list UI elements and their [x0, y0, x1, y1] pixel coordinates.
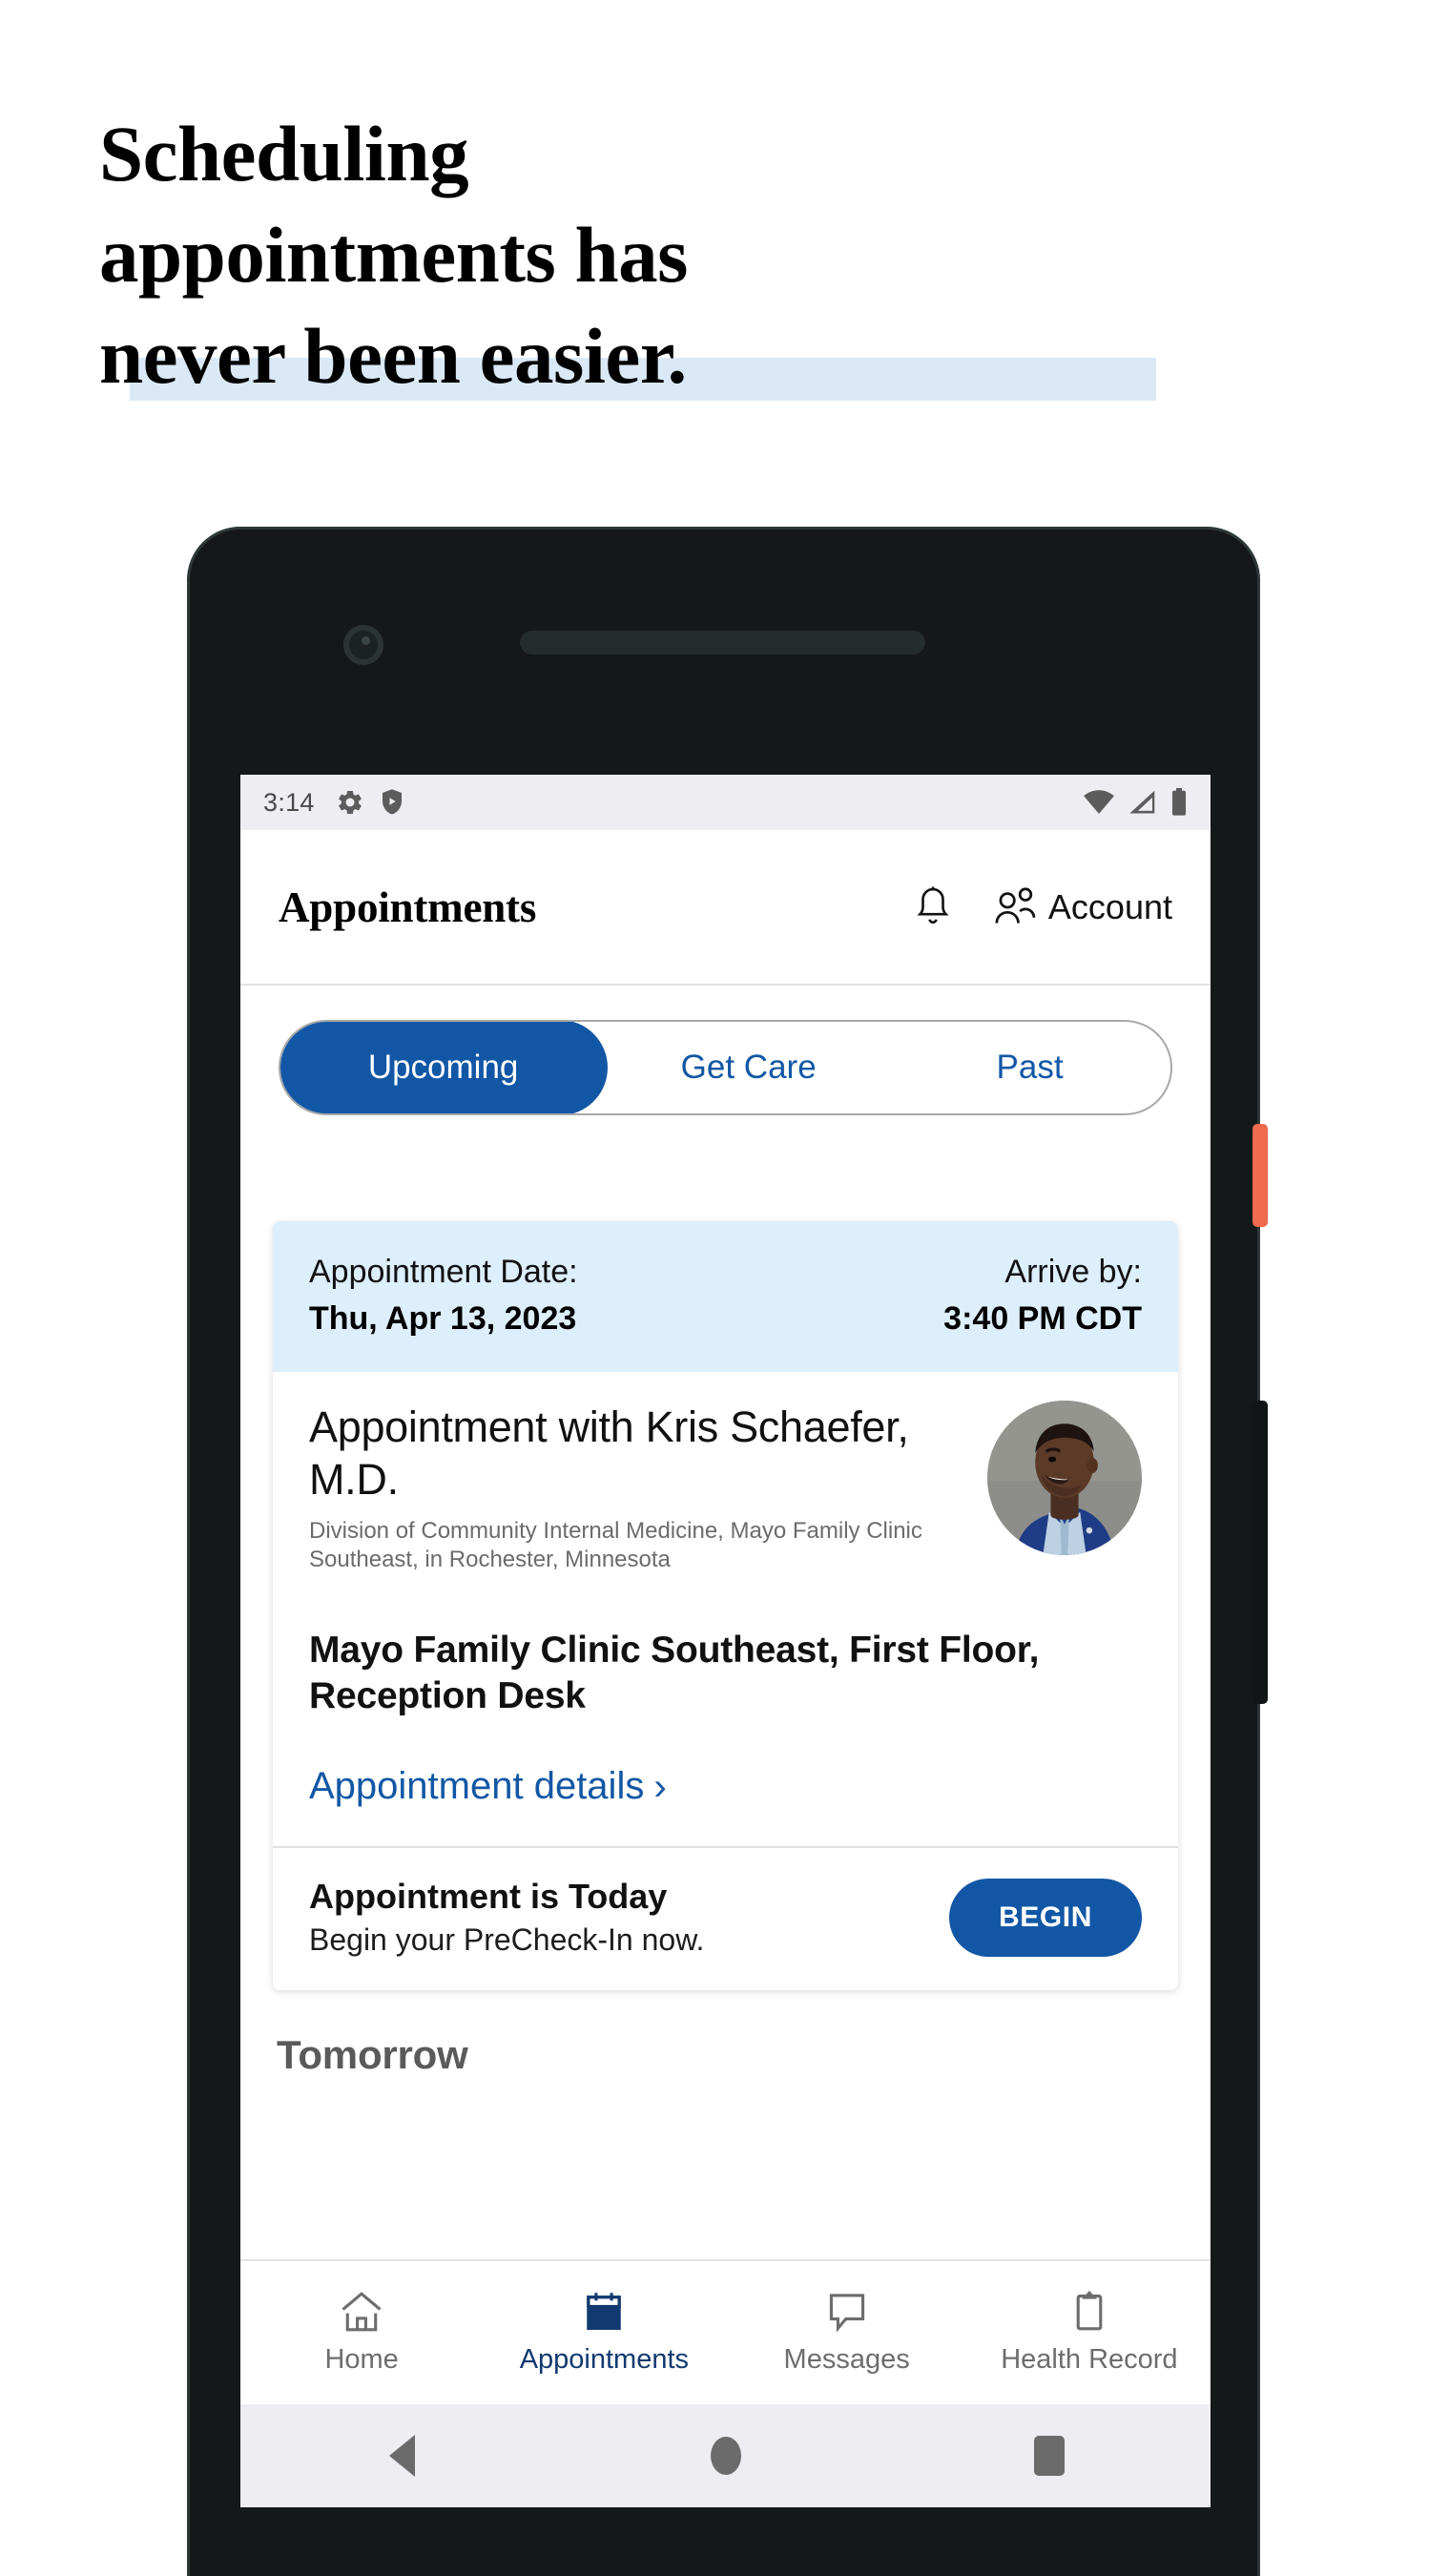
softkey-back[interactable] — [345, 2435, 460, 2477]
nav-item-appointments[interactable]: Appointments — [483, 2261, 725, 2404]
precheckin-text: Appointment is Today Begin your PreCheck… — [309, 1877, 949, 1958]
battery-icon — [1171, 788, 1187, 816]
page-title: Appointments — [279, 883, 537, 931]
precheckin-row: Appointment is Today Begin your PreCheck… — [273, 1846, 1178, 1990]
nav-item-home[interactable]: Home — [240, 2261, 483, 2404]
avatar — [987, 1401, 1142, 1555]
appointment-card-labels-row: Appointment Date: Arrive by: — [309, 1254, 1142, 1291]
cellular-signal-icon — [1129, 790, 1155, 814]
phone-screen: 3:14 Appointments Account Upcoming Get C… — [240, 775, 1211, 2507]
clipboard-icon — [1076, 2291, 1103, 2331]
account-button[interactable]: Account — [991, 885, 1172, 929]
status-bar-left-icons — [336, 788, 404, 817]
bottom-navigation: Home Appointments Messages Health Record — [240, 2259, 1211, 2404]
appointment-card-body: Appointment with Kris Schaefer, M.D. Div… — [273, 1372, 1178, 1846]
nav-item-health-record[interactable]: Health Record — [968, 2261, 1211, 2404]
appointment-card-header: Appointment Date: Arrive by: Thu, Apr 13… — [273, 1221, 1178, 1372]
softkey-recents[interactable] — [992, 2436, 1107, 2476]
nav-label-health-record: Health Record — [1001, 2344, 1178, 2375]
android-status-bar: 3:14 — [240, 775, 1211, 830]
headline-line-3: never been easier. — [99, 305, 1156, 406]
softkey-home[interactable] — [669, 2437, 783, 2475]
home-circle-icon — [710, 2437, 741, 2475]
nav-label-messages: Messages — [783, 2344, 910, 2375]
provider-row: Appointment with Kris Schaefer, M.D. Div… — [309, 1401, 1142, 1574]
appointment-details-label: Appointment details — [309, 1765, 645, 1807]
headline-line-2: appointments has — [99, 204, 1149, 305]
segmented-control: Upcoming Get Care Past — [279, 1020, 1172, 1115]
appointment-card-values-row: Thu, Apr 13, 2023 3:40 PM CDT — [309, 1300, 1142, 1338]
tab-get-care[interactable]: Get Care — [608, 1022, 889, 1113]
earpiece-speaker — [520, 631, 925, 654]
front-camera-icon — [343, 625, 383, 665]
power-button[interactable] — [1252, 1124, 1268, 1227]
page-headline: Scheduling appointments has never been e… — [99, 103, 1156, 406]
arrive-by-value: 3:40 PM CDT — [943, 1300, 1142, 1337]
provider-text: Appointment with Kris Schaefer, M.D. Div… — [309, 1401, 966, 1574]
volume-button[interactable] — [1252, 1401, 1268, 1704]
tabs-container: Upcoming Get Care Past — [240, 986, 1211, 1115]
people-icon — [995, 886, 1036, 924]
gear-icon — [339, 790, 362, 815]
recents-square-icon — [1033, 2436, 1065, 2476]
headline-line-1-text: Scheduling — [99, 110, 469, 197]
app-header: Appointments Account — [240, 830, 1211, 986]
headline-line-1: Scheduling — [99, 103, 1149, 204]
calendar-icon — [587, 2293, 622, 2331]
tab-upcoming[interactable]: Upcoming — [280, 1022, 609, 1113]
nav-label-home: Home — [324, 2344, 399, 2375]
wifi-icon — [1084, 790, 1114, 815]
appointment-date-value: Thu, Apr 13, 2023 — [309, 1300, 577, 1337]
status-bar-right-icons — [1083, 788, 1188, 817]
bell-icon — [917, 885, 949, 924]
home-icon — [342, 2292, 382, 2332]
appointment-date-label: Appointment Date: — [309, 1254, 578, 1290]
arrive-by-label: Arrive by: — [1004, 1254, 1142, 1290]
page-root: Scheduling appointments has never been e… — [0, 0, 1449, 2576]
appointment-card[interactable]: Appointment Date: Arrive by: Thu, Apr 13… — [273, 1221, 1178, 1990]
headline-line-2-text: appointments has — [99, 211, 688, 299]
next-day-heading: Tomorrow — [277, 2032, 468, 2077]
precheckin-title: Appointment is Today — [309, 1877, 668, 1916]
tab-past[interactable]: Past — [889, 1022, 1170, 1113]
provider-title: Appointment with Kris Schaefer, M.D. — [309, 1402, 909, 1504]
appointment-details-link[interactable]: Appointment details › — [309, 1765, 1142, 1846]
doctor-portrait-photo — [987, 1401, 1142, 1555]
appointment-location: Mayo Family Clinic Southeast, First Floo… — [309, 1630, 1040, 1716]
headline-line-3-text: never been easier. — [99, 312, 687, 400]
account-label: Account — [1047, 886, 1172, 926]
nav-label-appointments: Appointments — [519, 2344, 690, 2375]
precheckin-subtitle: Begin your PreCheck-In now. — [309, 1922, 705, 1957]
chevron-right-icon: › — [653, 1765, 667, 1808]
header-actions: Account — [913, 885, 1172, 929]
notifications-button[interactable] — [913, 885, 953, 929]
back-triangle-icon — [389, 2435, 415, 2477]
provider-subtitle: Division of Community Internal Medicine,… — [309, 1518, 922, 1572]
android-navigation-bar — [240, 2404, 1211, 2507]
status-bar-clock: 3:14 — [263, 787, 315, 817]
nav-item-messages[interactable]: Messages — [726, 2261, 968, 2404]
shield-play-icon — [382, 789, 402, 815]
message-bubble-icon — [829, 2294, 864, 2333]
begin-button[interactable]: BEGIN — [948, 1878, 1142, 1957]
